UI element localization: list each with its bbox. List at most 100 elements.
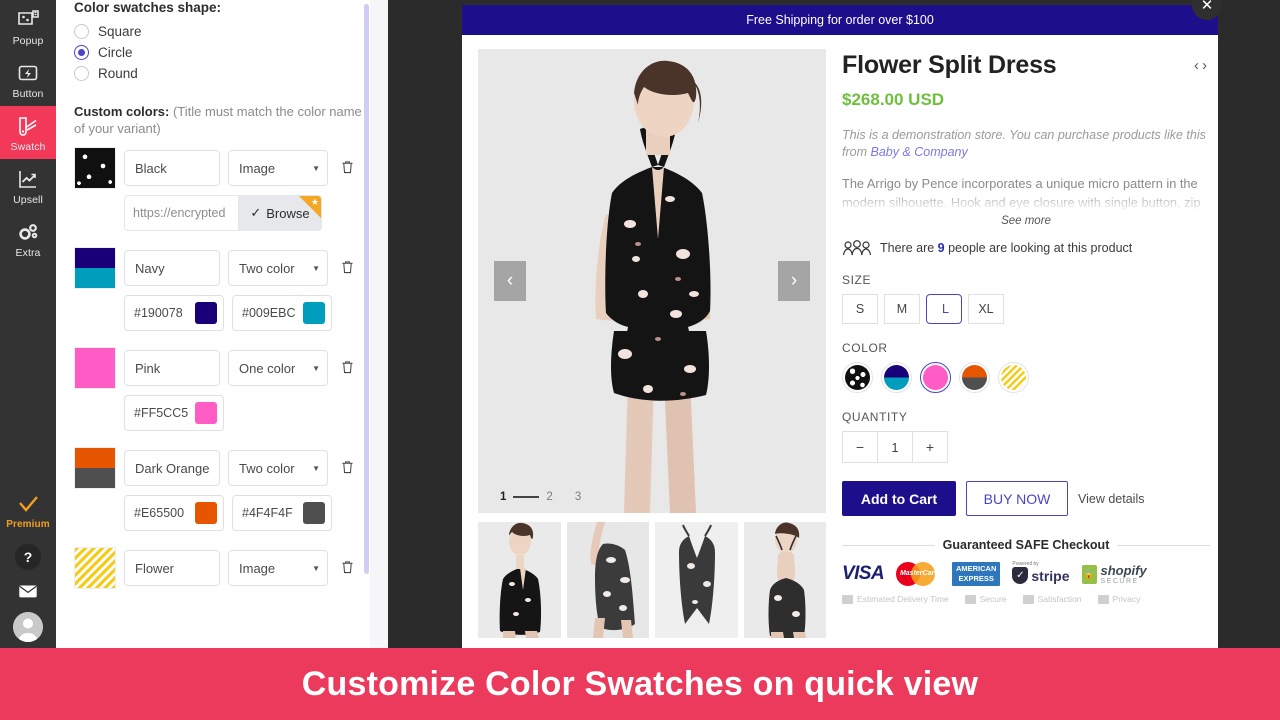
pager-current[interactable]: 1 [500, 491, 506, 503]
size-option-xl[interactable]: XL [968, 294, 1004, 324]
quantity-label: QUANTITY [842, 410, 908, 424]
swatch-url-input[interactable]: https://encrypted [124, 195, 238, 231]
gallery-prev-button[interactable]: ‹ [494, 261, 526, 301]
size-option-s[interactable]: S [842, 294, 878, 324]
swatch-title-input[interactable]: Dark Orange [124, 450, 220, 486]
delete-row-button[interactable] [336, 160, 358, 177]
chevron-down-icon: ▼ [312, 163, 320, 173]
color-chip[interactable] [195, 302, 217, 324]
gallery-next-button[interactable]: › [778, 261, 810, 301]
product-description: The Arrigo by Pence incorporates a uniqu… [842, 176, 1201, 210]
shopify-secure-logo: 🔒 shopify SECURE [1081, 561, 1147, 587]
delete-row-button[interactable] [336, 560, 358, 577]
sidebar-item-label: Popup [12, 35, 44, 47]
mail-button[interactable] [0, 580, 56, 612]
sidebar-item-swatch[interactable]: Swatch [0, 106, 56, 159]
button-icon [18, 65, 38, 81]
swatch-hex-input-2[interactable]: #009EBC [232, 295, 332, 331]
sidebar-item-upsell[interactable]: Upsell [0, 159, 56, 212]
swatch-title-input[interactable]: Navy [124, 250, 220, 286]
swatch-type-select[interactable]: Two color ▼ [228, 250, 328, 286]
shape-option-round[interactable]: Round [74, 66, 374, 81]
swatch-type-select[interactable]: Image ▼ [228, 150, 328, 186]
size-option-m[interactable]: M [884, 294, 920, 324]
color-chip[interactable] [303, 302, 325, 324]
sidebar-item-popup[interactable]: Popup [0, 0, 56, 53]
swatch-settings-panel: Color swatches shape: Square Circle Roun… [56, 0, 388, 648]
check-icon [19, 496, 38, 512]
color-swatch-dark-orange[interactable] [959, 362, 990, 393]
delete-row-button[interactable] [336, 360, 358, 377]
product-nav-arrows[interactable]: ‹› [1194, 57, 1210, 74]
shape-option-circle[interactable]: Circle [74, 45, 374, 60]
color-chip[interactable] [303, 502, 325, 524]
delete-row-button[interactable] [336, 460, 358, 477]
sidebar-item-label: Upsell [13, 194, 43, 206]
thumbnail-back-view[interactable] [743, 522, 826, 638]
see-more-button[interactable]: See more [842, 215, 1210, 227]
buy-now-button[interactable]: BUY NOW [966, 481, 1068, 516]
gallery-pager: 1 2 3 [500, 491, 603, 503]
swatch-row: Navy Two color ▼ #190078 #009EBC [74, 247, 374, 331]
view-details-link[interactable]: View details [1078, 492, 1144, 506]
quick-view-modal: Free Shipping for order over $100 ‹ › 1 … [462, 5, 1218, 648]
quantity-input[interactable]: 1 [877, 432, 913, 462]
hex-value: #190078 [134, 306, 183, 320]
color-swatch-navy[interactable] [881, 362, 912, 393]
sidebar-item-label: Button [12, 88, 44, 100]
swatch-type-select[interactable]: Two color ▼ [228, 450, 328, 486]
browse-button[interactable]: ✓ Browse ★ [238, 195, 322, 231]
swatch-hex-input-1[interactable]: #E65500 [124, 495, 224, 531]
thumbnail-flat-lay[interactable] [655, 522, 738, 638]
swatch-type-value: Image [239, 160, 276, 176]
color-chip[interactable] [195, 502, 217, 524]
thumbnail-side-detail[interactable] [566, 522, 649, 638]
hero-image: ‹ › 1 2 3 [478, 49, 826, 513]
swatch-hex-input-1[interactable]: #FF5CC5 [124, 395, 224, 431]
radio-circle[interactable] [74, 45, 89, 60]
trust-badge-satisfaction: Satisfaction [1022, 594, 1082, 604]
size-option-l[interactable]: L [926, 294, 962, 324]
color-swatch-pink[interactable] [920, 362, 951, 393]
quantity-decrease-button[interactable]: − [843, 432, 877, 462]
premium-button[interactable]: Premium [0, 484, 56, 536]
delete-row-button[interactable] [336, 260, 358, 277]
swatch-preview-black [74, 147, 116, 189]
extra-icon [19, 224, 38, 240]
quantity-increase-button[interactable]: + [913, 432, 947, 462]
panel-scrollbar[interactable] [364, 4, 369, 574]
swatch-hex-input-1[interactable]: #190078 [124, 295, 224, 331]
swatch-type-select[interactable]: One color ▼ [228, 350, 328, 386]
sidebar-item-extra[interactable]: Extra [0, 212, 56, 265]
radio-round[interactable] [74, 66, 89, 81]
color-swatch-flower[interactable] [998, 362, 1029, 393]
swatch-title-input[interactable]: Pink [124, 350, 220, 386]
thumbnail-front-full[interactable] [478, 522, 561, 638]
color-swatch-black[interactable] [842, 362, 873, 393]
swatch-type-select[interactable]: Image ▼ [228, 550, 328, 586]
swatch-title-input[interactable]: Black [124, 150, 220, 186]
pager-page-2[interactable]: 2 [546, 491, 552, 503]
demo-store-link[interactable]: Baby & Company [870, 145, 967, 159]
shield-icon [964, 594, 976, 604]
add-to-cart-button[interactable]: Add to Cart [842, 481, 956, 516]
custom-colors-label: Custom colors: [74, 104, 170, 119]
color-chip[interactable] [195, 402, 217, 424]
premium-label: Premium [6, 519, 50, 530]
shape-option-square[interactable]: Square [74, 24, 374, 39]
watchers-suffix: people are looking at this product [944, 241, 1133, 255]
swatch-title-input[interactable]: Flower [124, 550, 220, 586]
radio-square[interactable] [74, 24, 89, 39]
sidebar-item-button[interactable]: Button [0, 53, 56, 106]
swatch-row: Pink One color ▼ #FF5CC5 [74, 347, 374, 431]
trash-icon [341, 360, 353, 373]
product-prev-icon[interactable]: ‹ [1194, 57, 1202, 74]
pager-page-3[interactable]: 3 [575, 491, 581, 503]
popup-icon [18, 10, 39, 25]
help-button[interactable]: ? [0, 536, 56, 580]
swatch-hex-input-2[interactable]: #4F4F4F [232, 495, 332, 531]
swatch-row: Dark Orange Two color ▼ #E65500 #4F4F4F [74, 447, 374, 531]
user-avatar[interactable] [0, 612, 56, 648]
product-next-icon[interactable]: › [1202, 57, 1210, 74]
pager-bar [513, 496, 540, 498]
